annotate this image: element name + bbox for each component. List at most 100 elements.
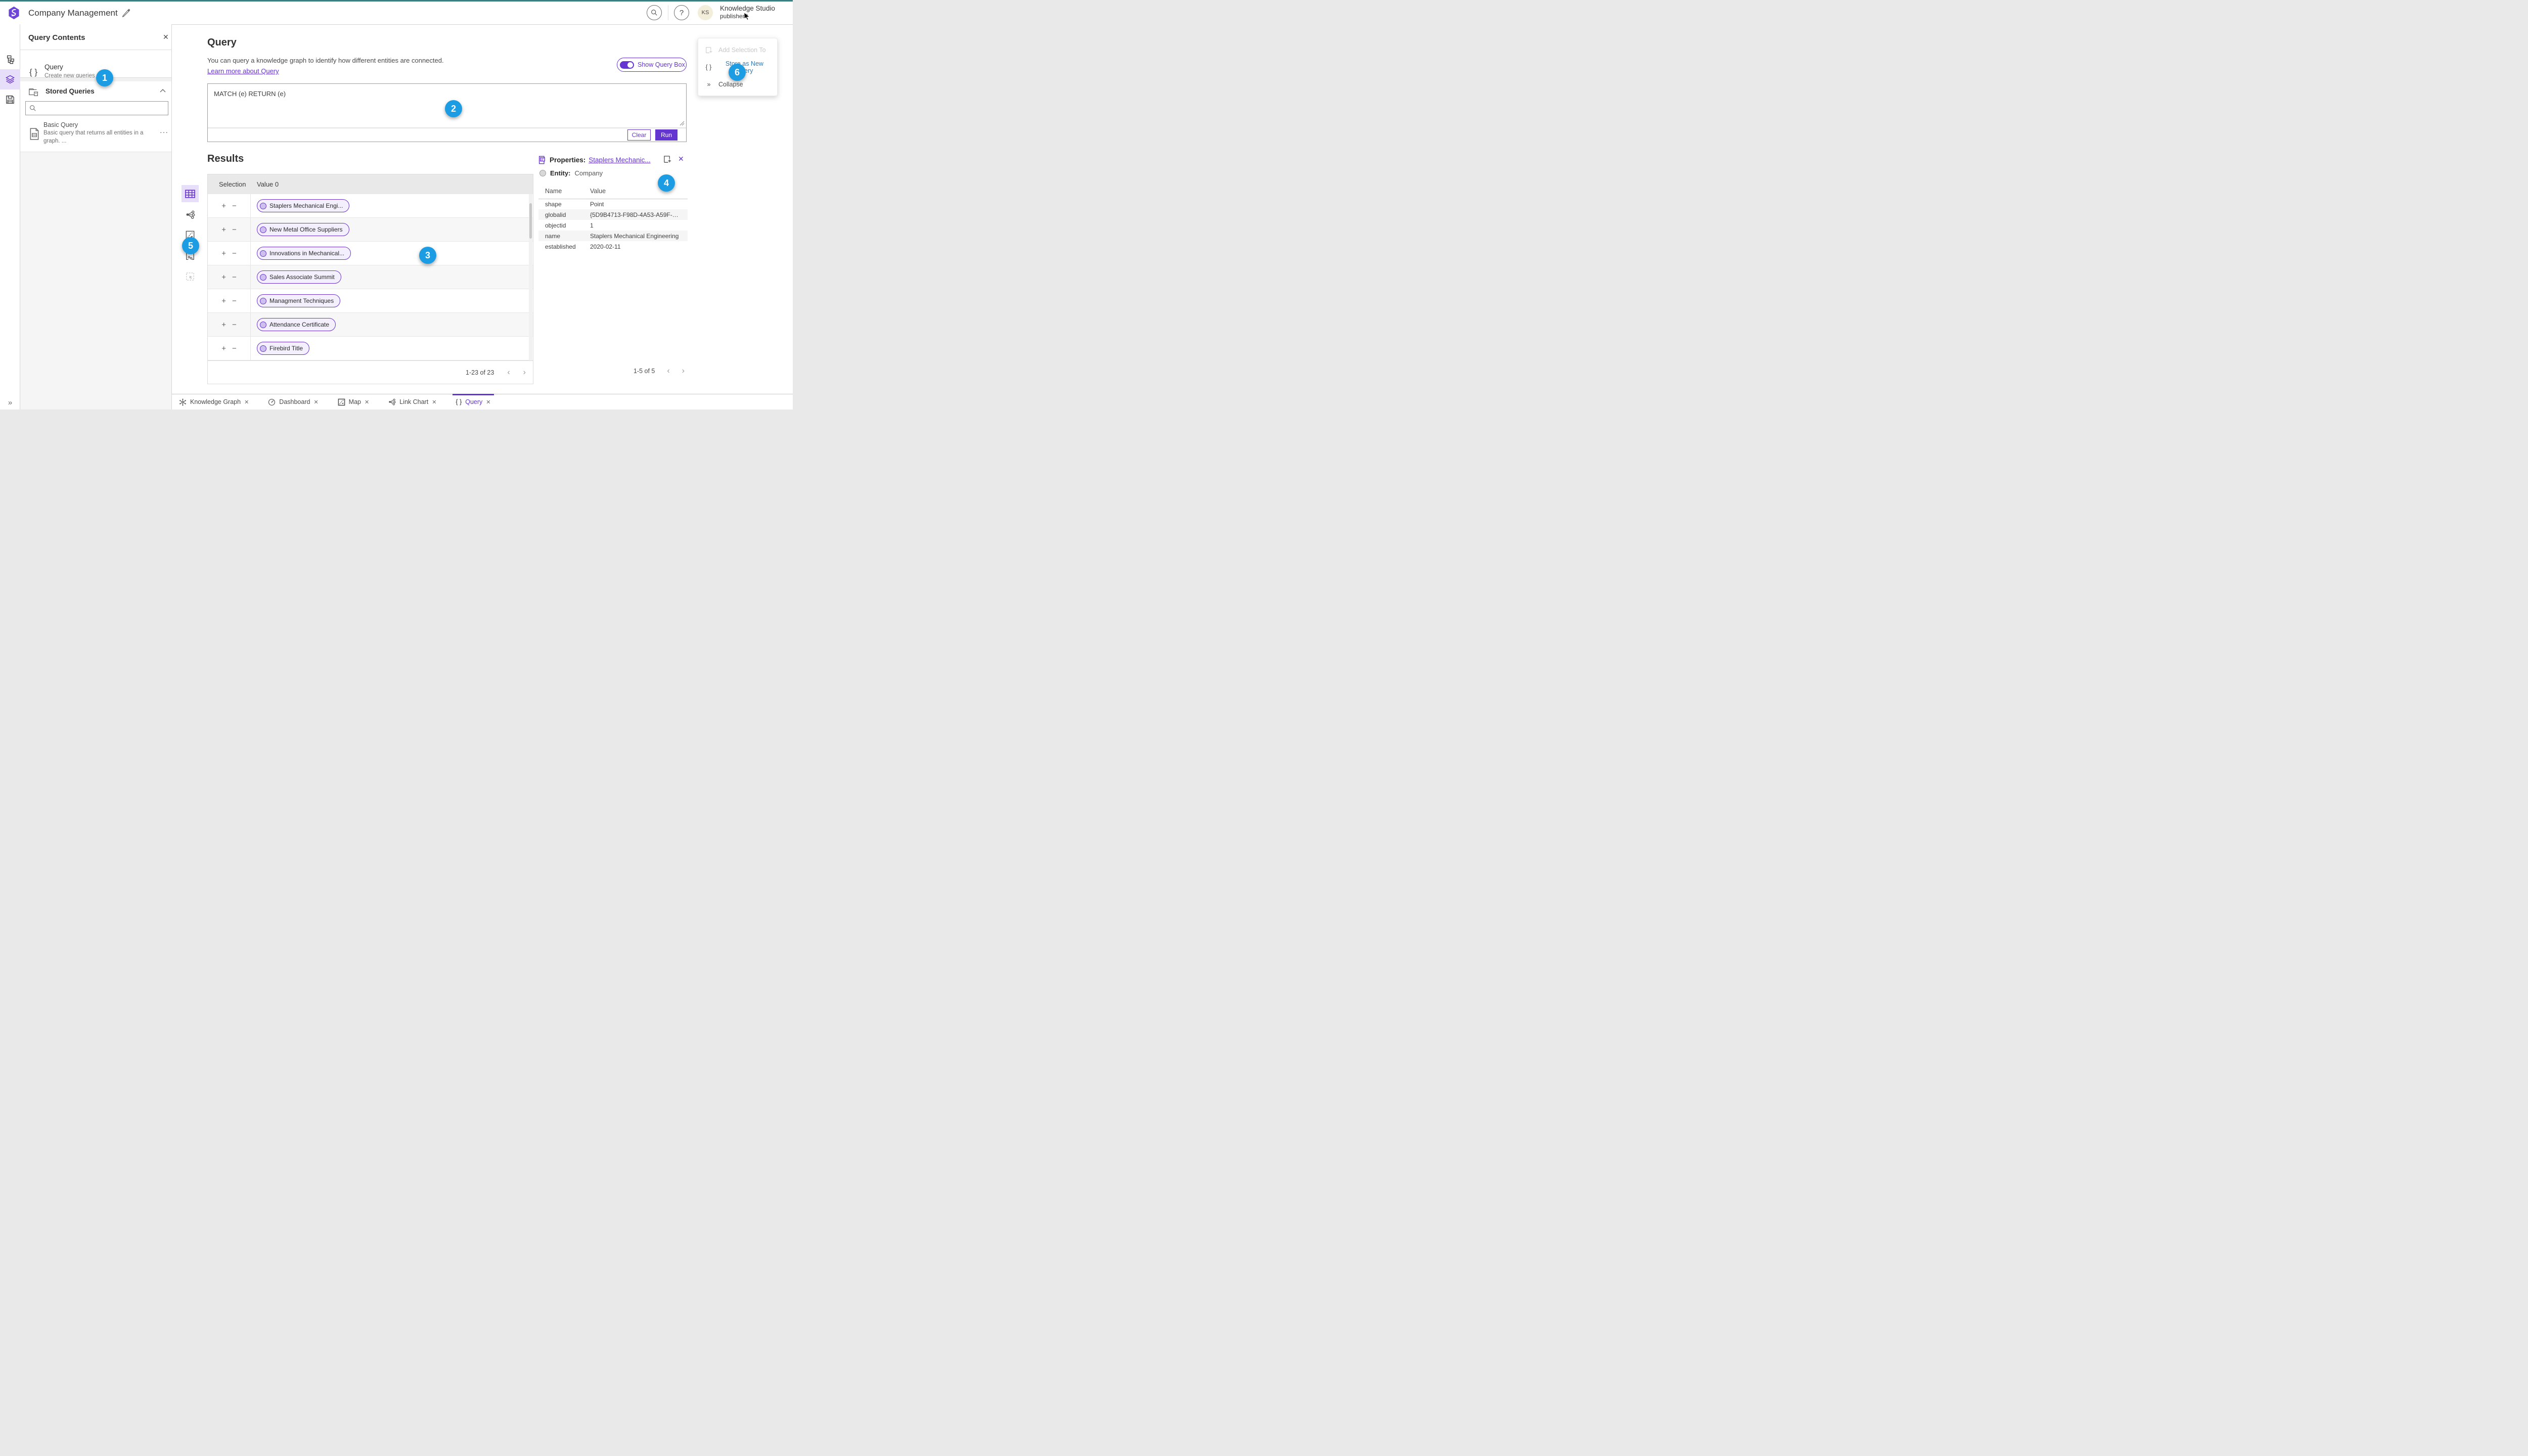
stored-query-search <box>25 101 168 115</box>
property-row: name Staplers Mechanical Engineering <box>538 231 688 241</box>
edit-title-icon[interactable] <box>121 9 130 17</box>
entity-chip[interactable]: Firebird Title <box>257 342 310 355</box>
entity-chip[interactable]: Attendance Certificate <box>257 318 336 331</box>
run-button[interactable]: Run <box>655 129 678 141</box>
add-to-selection-button[interactable]: + <box>221 249 226 258</box>
stored-query-basic[interactable]: Basic Query Basic query that returns all… <box>20 119 171 149</box>
property-value: Point <box>590 200 604 208</box>
close-tab-icon[interactable]: ✕ <box>313 399 318 405</box>
add-to-selection-button[interactable]: + <box>221 202 226 210</box>
entity-chip[interactable]: Sales Associate Summit <box>257 270 341 284</box>
ellipsis-glyph: ··· <box>160 128 168 136</box>
previous-page-icon[interactable]: ‹ <box>667 367 669 376</box>
toggle-switch-icon <box>620 61 634 69</box>
add-to-selection-button[interactable]: + <box>221 297 226 305</box>
view-tabbar: Knowledge Graph ✕ Dashboard ✕ Map ✕ Link… <box>172 394 793 410</box>
expand-rail-icon[interactable]: » <box>0 396 20 409</box>
tab-dashboard[interactable]: Dashboard ✕ <box>266 394 320 410</box>
close-tab-icon[interactable]: ✕ <box>365 399 369 405</box>
map-icon <box>338 398 345 406</box>
tab-knowledge-graph[interactable]: Knowledge Graph ✕ <box>177 394 251 410</box>
entity-chip[interactable]: Innovations in Mechanical... <box>257 247 351 260</box>
stored-queries-header[interactable]: Stored Queries <box>20 81 171 103</box>
chevron-up-icon[interactable] <box>160 88 166 93</box>
property-name: shape <box>545 200 562 208</box>
resize-handle-icon[interactable] <box>680 121 685 126</box>
properties-header: Properties: Staplers Mechanic... <box>538 154 651 165</box>
close-tab-icon[interactable]: ✕ <box>244 399 249 405</box>
next-page-icon[interactable]: › <box>523 368 526 377</box>
close-tab-icon[interactable]: ✕ <box>432 399 436 405</box>
remove-from-selection-button[interactable]: − <box>232 344 237 353</box>
braces-icon: { } <box>705 64 712 71</box>
add-to-selection-button[interactable]: + <box>221 225 226 234</box>
callout-badge-4: 4 <box>658 174 675 192</box>
remove-from-selection-button[interactable]: − <box>232 249 237 258</box>
knowledge-graph-icon <box>179 398 187 406</box>
clear-button[interactable]: Clear <box>627 129 651 141</box>
table-view-icon[interactable] <box>182 185 199 202</box>
tab-label: Map <box>348 398 361 405</box>
search-input[interactable] <box>25 101 168 115</box>
app-logo-icon[interactable] <box>7 6 21 20</box>
data-model-icon[interactable] <box>0 50 20 70</box>
add-to-selection-button[interactable]: + <box>221 344 226 353</box>
remove-from-selection-button[interactable]: − <box>232 225 237 234</box>
tab-link-chart[interactable]: Link Chart ✕ <box>386 394 438 410</box>
entity-type-value: Company <box>574 169 603 177</box>
item-options-icon[interactable]: ··· <box>157 127 171 136</box>
property-row: objectid 1 <box>538 220 688 231</box>
braces-icon: { } <box>456 398 462 405</box>
save-icon[interactable] <box>0 89 20 110</box>
scrollbar-thumb[interactable] <box>529 203 532 239</box>
entity-chip[interactable]: Staplers Mechanical Engi... <box>257 199 350 212</box>
callout-badge-1: 1 <box>96 69 113 86</box>
property-row: globalid {5D9B4713-F98D-4A53-A59F-C1... <box>538 209 688 220</box>
next-page-icon[interactable]: › <box>682 367 685 376</box>
help-icon[interactable]: ? <box>674 5 689 20</box>
remove-from-selection-button[interactable]: − <box>232 273 237 282</box>
add-selection-icon[interactable] <box>663 155 672 164</box>
properties-entity-link[interactable]: Staplers Mechanic... <box>589 156 650 164</box>
link-chart-view-icon[interactable] <box>182 206 199 223</box>
show-query-box-toggle[interactable]: Show Query Box <box>617 58 687 72</box>
table-row: + − Sales Associate Summit <box>208 265 533 289</box>
tab-query[interactable]: { } Query ✕ <box>453 394 494 410</box>
add-to-selection-button[interactable]: + <box>221 273 226 282</box>
previous-page-icon[interactable]: ‹ <box>507 368 510 377</box>
tab-map[interactable]: Map ✕ <box>336 394 372 410</box>
remove-from-selection-button[interactable]: − <box>232 202 237 210</box>
select-view-icon[interactable] <box>182 268 199 285</box>
entity-chip[interactable]: New Metal Office Suppliers <box>257 223 349 236</box>
add-to-selection-button[interactable]: + <box>221 321 226 329</box>
folder-icon <box>28 86 39 98</box>
entity-dot-icon <box>260 226 266 233</box>
learn-more-link[interactable]: Learn more about Query <box>207 67 279 75</box>
close-panel-icon[interactable]: ✕ <box>160 32 172 42</box>
avatar[interactable]: KS <box>698 5 713 20</box>
entity-chip-label: Innovations in Mechanical... <box>269 250 345 257</box>
document-icon <box>29 128 39 140</box>
product-name: Knowledge Studio <box>720 5 775 12</box>
entity-chip-label: Sales Associate Summit <box>269 274 335 281</box>
property-value: {5D9B4713-F98D-4A53-A59F-C1... <box>590 211 681 218</box>
page-title: Company Management <box>28 8 118 18</box>
tab-label: Dashboard <box>279 398 310 405</box>
close-tab-icon[interactable]: ✕ <box>486 399 490 405</box>
remove-from-selection-button[interactable]: − <box>232 297 237 305</box>
table-scrollbar[interactable] <box>529 194 532 360</box>
entity-chip[interactable]: Managment Techniques <box>257 294 341 307</box>
property-value: Staplers Mechanical Engineering <box>590 232 679 240</box>
properties-pagination: 1-5 of 5 ‹ › <box>538 367 688 376</box>
property-value: 2020-02-11 <box>590 243 621 250</box>
column-header-value: Value <box>590 188 606 195</box>
query-textarea[interactable]: MATCH (e) RETURN (e) <box>214 90 286 98</box>
property-row: established 2020-02-11 <box>538 241 688 252</box>
property-name: globalid <box>545 211 566 218</box>
column-header-name: Name <box>545 188 562 195</box>
close-properties-icon[interactable]: ✕ <box>678 155 684 163</box>
remove-from-selection-button[interactable]: − <box>232 321 237 329</box>
search-icon[interactable] <box>647 5 662 20</box>
menu-item-add-selection-to[interactable]: Add Selection To <box>698 41 777 59</box>
layers-icon[interactable] <box>0 69 20 89</box>
